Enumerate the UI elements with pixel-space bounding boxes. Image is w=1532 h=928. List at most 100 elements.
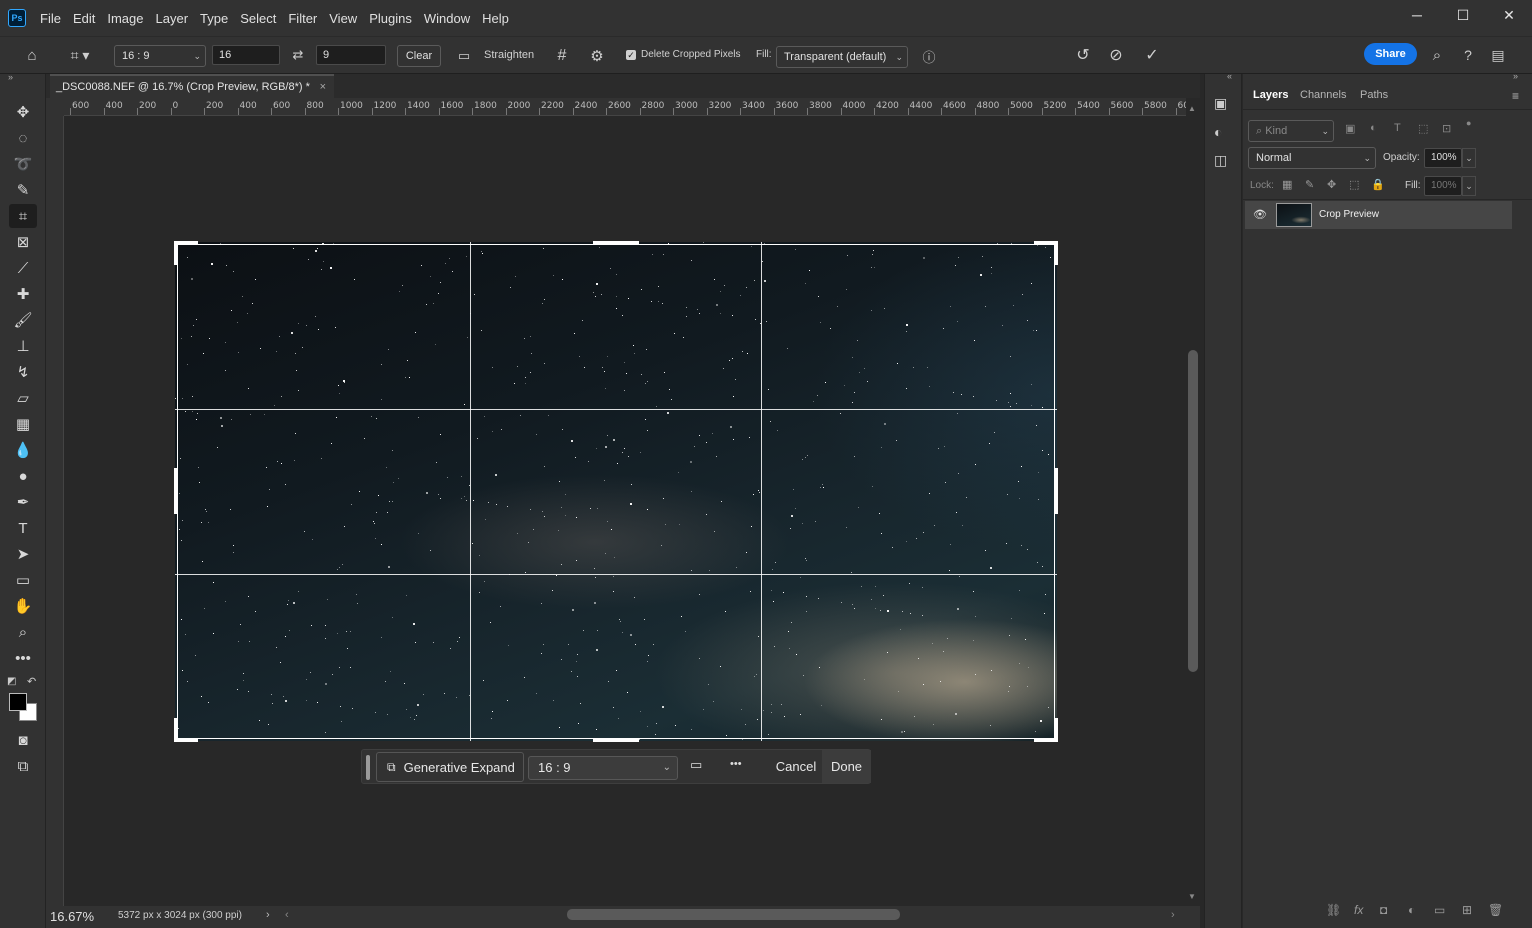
libraries-icon[interactable]: ▣ xyxy=(1214,95,1227,112)
eyedropper-tool-icon[interactable]: ⟋ xyxy=(9,256,37,280)
zoom-level[interactable]: 16.67% xyxy=(50,909,94,924)
straighten-icon[interactable]: ▭ xyxy=(454,46,474,66)
clear-button[interactable]: Clear xyxy=(397,45,441,67)
lock-position-icon[interactable]: ✥ xyxy=(1327,178,1336,191)
menu-file[interactable]: File xyxy=(34,11,67,26)
close-window-button[interactable]: ✕ xyxy=(1486,0,1532,30)
scroll-right-icon[interactable]: › xyxy=(1171,909,1175,921)
crop-tool-preset-icon[interactable]: ⌗ ▾ xyxy=(60,44,100,66)
menu-filter[interactable]: Filter xyxy=(282,11,323,26)
menu-select[interactable]: Select xyxy=(234,11,282,26)
menu-layer[interactable]: Layer xyxy=(150,11,195,26)
filter-toggle-icon[interactable]: ● xyxy=(1466,118,1471,128)
crop-handle-top[interactable] xyxy=(593,241,639,245)
foreground-color-swatch[interactable] xyxy=(9,693,27,711)
default-colors-icon[interactable]: ◩ xyxy=(7,676,16,687)
swap-colors-icon[interactable]: ↶ xyxy=(27,675,36,688)
layer-style-fx-icon[interactable]: fx xyxy=(1354,903,1363,917)
lasso-tool-icon[interactable]: ➰ xyxy=(9,152,37,176)
ratio-select[interactable]: 16 : 9 ⌄ xyxy=(528,756,678,780)
rectangle-tool-icon[interactable]: ▭ xyxy=(9,568,37,592)
horizontal-ruler[interactable]: 600 400 200 0 200 400 600 800 1000 1200 1400 1600 18… xyxy=(64,98,1186,116)
home-icon[interactable]: ⌂ xyxy=(20,44,44,66)
path-select-tool-icon[interactable]: ➤ xyxy=(9,542,37,566)
crop-tool-icon[interactable]: ⌗ xyxy=(9,204,37,228)
workspace-icon[interactable]: ▤ xyxy=(1487,44,1509,66)
tab-channels[interactable]: Channels xyxy=(1300,89,1346,101)
fill-select[interactable]: Transparent (default) ⌄ xyxy=(776,46,908,68)
scroll-down-icon[interactable]: ▼ xyxy=(1188,892,1196,901)
new-layer-icon[interactable]: ⊞ xyxy=(1462,903,1472,917)
straighten-icon[interactable]: ▭ xyxy=(690,757,702,773)
search-icon[interactable]: ⌕ xyxy=(1426,44,1448,66)
zoom-tool-icon[interactable]: ⌕ xyxy=(9,620,37,644)
scroll-up-icon[interactable]: ▲ xyxy=(1188,104,1196,113)
lock-transparent-icon[interactable]: ▦ xyxy=(1282,178,1292,191)
menu-edit[interactable]: Edit xyxy=(67,11,101,26)
menu-view[interactable]: View xyxy=(323,11,363,26)
cancel-crop-icon[interactable]: ⊘ xyxy=(1105,44,1127,66)
document-tab[interactable]: _DSC0088.NEF @ 16.7% (Crop Preview, RGB/… xyxy=(50,74,334,98)
collapse-panel-icon[interactable]: » xyxy=(1513,71,1518,81)
more-options-icon[interactable]: ••• xyxy=(730,758,742,770)
adjustment-layer-icon[interactable]: ◐ xyxy=(1408,903,1415,917)
overlay-grid-icon[interactable]: # xyxy=(551,45,573,67)
healing-brush-tool-icon[interactable]: ✚ xyxy=(9,282,37,306)
type-tool-icon[interactable]: T xyxy=(9,516,37,540)
layer-filter-kind-select[interactable]: ⌕ Kind ⌄ xyxy=(1248,120,1334,142)
crop-handle-bottom[interactable] xyxy=(593,738,639,742)
ruler-origin[interactable] xyxy=(46,98,64,116)
crop-handle-bottom-left[interactable] xyxy=(174,718,178,742)
crop-handle-right[interactable] xyxy=(1054,468,1058,514)
vertical-scroll-thumb[interactable] xyxy=(1188,350,1198,672)
maximize-button[interactable]: ☐ xyxy=(1440,0,1486,30)
commit-crop-icon[interactable]: ✓ xyxy=(1141,44,1163,66)
blur-tool-icon[interactable]: 💧 xyxy=(9,438,37,462)
filter-shape-icon[interactable]: ⬚ xyxy=(1418,122,1428,135)
new-group-icon[interactable]: ▭ xyxy=(1434,903,1445,917)
document-info[interactable]: 5372 px x 3024 px (300 ppi) xyxy=(118,910,242,921)
dodge-tool-icon[interactable]: ● xyxy=(9,464,37,488)
panel-menu-icon[interactable]: ≡ xyxy=(1512,89,1519,103)
more-tools-icon[interactable]: ••• xyxy=(9,646,37,670)
crop-height-input[interactable]: 9 xyxy=(316,45,386,65)
settings-gear-icon[interactable]: ⚙ xyxy=(586,45,608,67)
cancel-button[interactable]: Cancel xyxy=(770,750,822,783)
menu-image[interactable]: Image xyxy=(101,11,149,26)
filter-pixel-icon[interactable]: ▣ xyxy=(1345,122,1355,135)
ratio-preset-select[interactable]: 16 : 9 ⌄ xyxy=(114,45,206,67)
crop-handle-top-left[interactable] xyxy=(174,241,178,265)
quick-select-tool-icon[interactable]: ✎ xyxy=(9,178,37,202)
vertical-ruler[interactable] xyxy=(46,116,64,908)
done-button[interactable]: Done xyxy=(822,750,871,783)
screen-mode-icon[interactable]: ⧉ xyxy=(9,754,37,778)
tab-paths[interactable]: Paths xyxy=(1360,89,1388,101)
lock-artboard-icon[interactable]: ⬚ xyxy=(1349,178,1359,191)
history-brush-tool-icon[interactable]: ↯ xyxy=(9,360,37,384)
crop-handle-bottom-right[interactable] xyxy=(1054,718,1058,742)
layer-name[interactable]: Crop Preview xyxy=(1319,209,1379,220)
eraser-tool-icon[interactable]: ▱ xyxy=(9,386,37,410)
add-mask-icon[interactable]: ◘ xyxy=(1380,903,1387,917)
horizontal-scroll-thumb[interactable] xyxy=(567,909,900,920)
menu-type[interactable]: Type xyxy=(194,11,234,26)
generative-expand-button[interactable]: ⧉ Generative Expand xyxy=(376,752,524,782)
straighten-label[interactable]: Straighten xyxy=(484,49,534,61)
filter-smart-object-icon[interactable]: ⊡ xyxy=(1442,122,1451,135)
filter-adjustment-icon[interactable]: ◐ xyxy=(1370,122,1377,134)
share-button[interactable]: Share xyxy=(1364,43,1417,65)
quick-mask-icon[interactable]: ◙ xyxy=(9,728,37,752)
link-layers-icon[interactable]: ⛓ xyxy=(1326,903,1341,917)
frame-tool-icon[interactable]: ⊠ xyxy=(9,230,37,254)
crop-box[interactable] xyxy=(177,244,1055,739)
gradient-tool-icon[interactable]: ▦ xyxy=(9,412,37,436)
visibility-eye-icon[interactable]: 👁 xyxy=(1253,208,1267,221)
filter-type-icon[interactable]: T xyxy=(1394,122,1401,134)
minimize-button[interactable]: ─ xyxy=(1394,0,1440,30)
swap-icon[interactable]: ⇄ xyxy=(288,45,308,65)
collapse-strip-icon[interactable]: « xyxy=(1227,71,1232,81)
blend-mode-select[interactable]: Normal ⌄ xyxy=(1248,147,1376,169)
drag-handle[interactable] xyxy=(366,755,370,780)
fill-dropdown-icon[interactable]: ⌄ xyxy=(1462,176,1476,196)
brush-tool-icon[interactable]: 🖌 xyxy=(9,308,37,332)
